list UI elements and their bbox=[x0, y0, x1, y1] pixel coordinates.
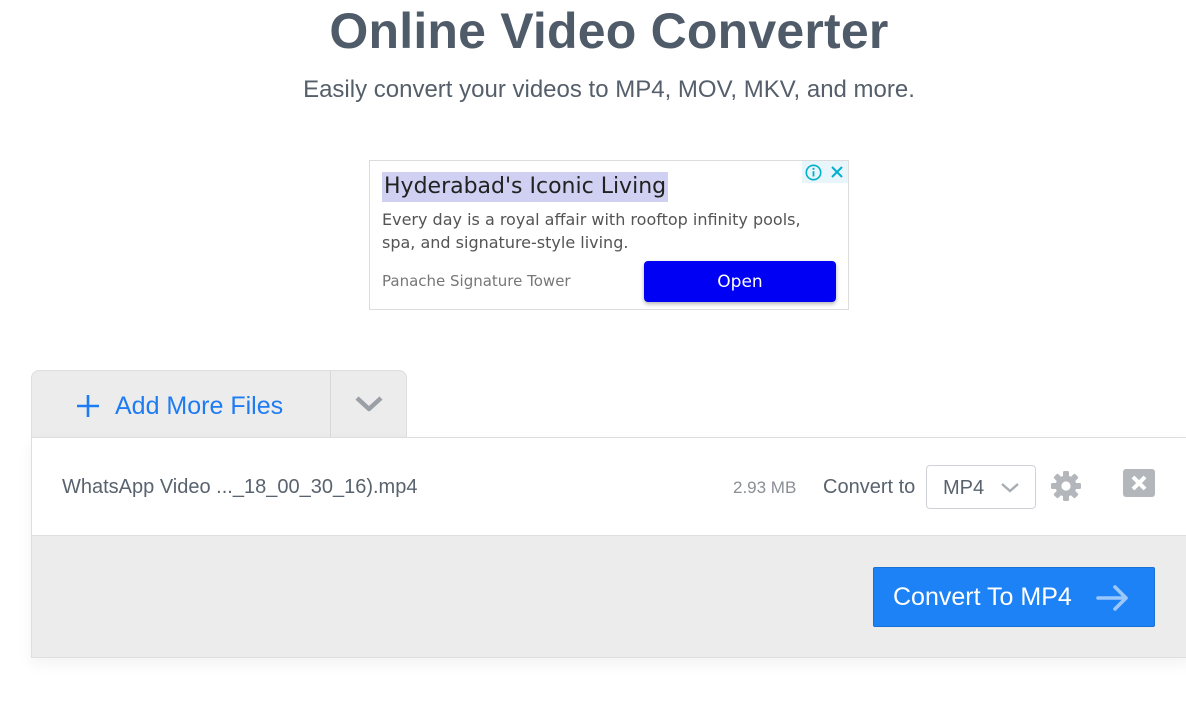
file-name: WhatsApp Video ..._18_00_30_16).mp4 bbox=[62, 476, 418, 498]
file-toolbar-tab: Add More Files bbox=[31, 370, 407, 441]
close-icon[interactable] bbox=[825, 161, 848, 183]
ad-advertiser: Panache Signature Tower bbox=[382, 272, 571, 290]
arrow-right-icon bbox=[1096, 585, 1128, 611]
remove-file-icon[interactable] bbox=[1123, 469, 1155, 502]
info-icon[interactable] bbox=[802, 161, 825, 183]
chevron-down-icon bbox=[1001, 483, 1019, 493]
chevron-down-icon bbox=[355, 396, 383, 412]
add-more-files-button[interactable]: Add More Files bbox=[32, 371, 330, 441]
plus-icon bbox=[75, 393, 101, 424]
page: Online Video Converter Easily convert yo… bbox=[0, 0, 1186, 728]
ad-open-button[interactable]: Open bbox=[644, 261, 836, 302]
ad-banner[interactable]: Hyderabad's Iconic Living Every day is a… bbox=[369, 160, 849, 310]
format-value: MP4 bbox=[943, 477, 985, 499]
converter-panel: WhatsApp Video ..._18_00_30_16).mp4 2.93… bbox=[31, 437, 1186, 658]
page-title: Online Video Converter bbox=[329, 3, 889, 59]
convert-button-label: Convert To MP4 bbox=[893, 583, 1072, 611]
convert-button[interactable]: Convert To MP4 bbox=[873, 567, 1155, 627]
file-row: WhatsApp Video ..._18_00_30_16).mp4 2.93… bbox=[32, 438, 1186, 536]
ad-headline[interactable]: Hyderabad's Iconic Living bbox=[382, 172, 669, 202]
settings-gear-icon[interactable] bbox=[1050, 470, 1082, 507]
format-select[interactable]: MP4 bbox=[926, 465, 1036, 509]
ad-choices[interactable] bbox=[802, 161, 848, 183]
add-more-files-label: Add More Files bbox=[115, 392, 284, 420]
convert-to-label: Convert to bbox=[823, 476, 916, 498]
page-subtitle: Easily convert your videos to MP4, MOV, … bbox=[303, 76, 915, 103]
ad-body-text: Every day is a royal affair with rooftop… bbox=[382, 210, 801, 252]
add-files-dropdown-toggle[interactable] bbox=[331, 371, 406, 441]
file-size: 2.93 MB bbox=[733, 478, 797, 497]
